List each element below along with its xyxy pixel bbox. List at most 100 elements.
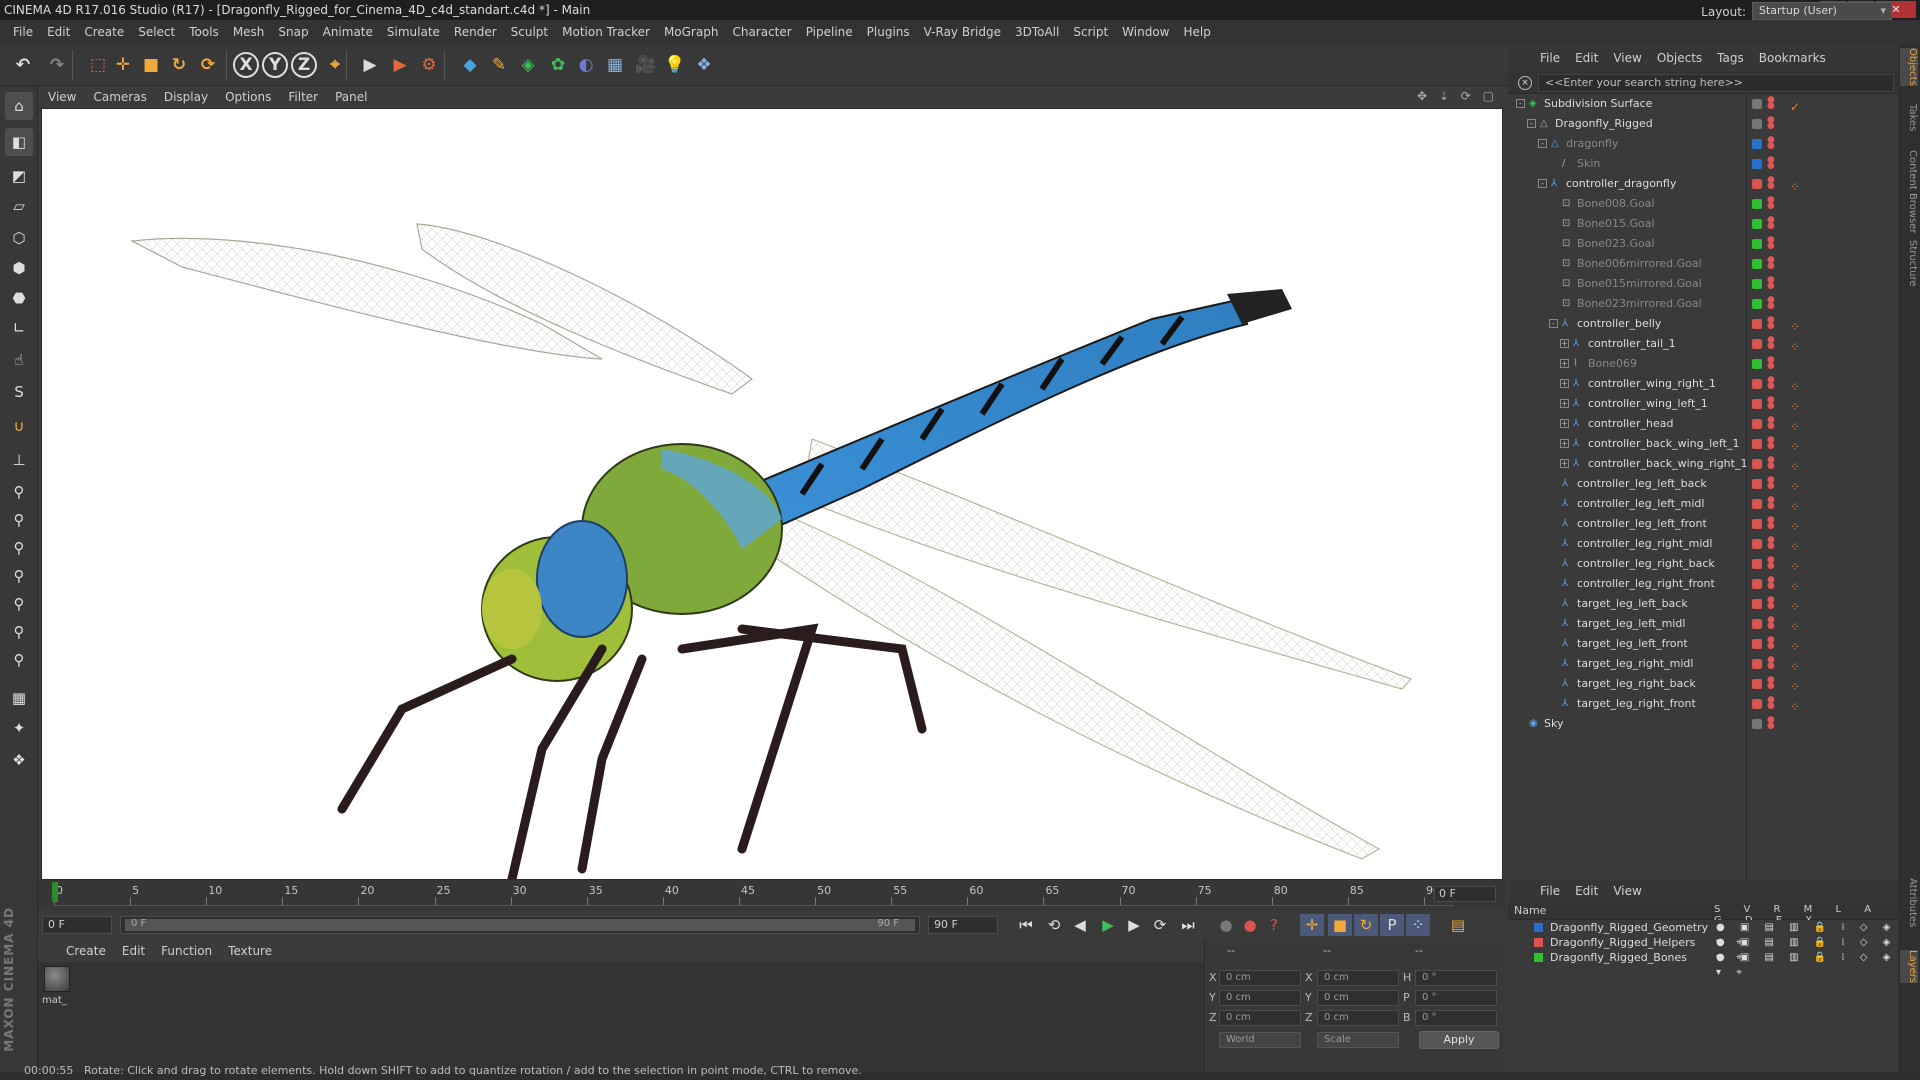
- layer-row[interactable]: Dragonfly_Rigged_Helpers ● ▣ ▤ ▥ 🔒 ⁞ ◇ ◈ …: [1508, 935, 1898, 963]
- play-icon[interactable]: ▶: [1096, 914, 1120, 936]
- object-row[interactable]: ⅄ controller_leg_left_back ● ● ⁘: [1508, 474, 1898, 495]
- layer-menu-edit[interactable]: Edit: [1575, 884, 1598, 898]
- search-clear-icon[interactable]: ×: [1518, 76, 1532, 90]
- visibility-dots[interactable]: ● ●: [1767, 516, 1775, 531]
- visibility-dots[interactable]: ● ●: [1767, 156, 1775, 171]
- object-layer-tag[interactable]: [1752, 479, 1762, 489]
- visibility-dots[interactable]: ● ●: [1767, 296, 1775, 311]
- timeline-ruler[interactable]: 0 5 10 15 20 25 30 35 40 45 50 55 60 65 70 75 80 85 90: [54, 884, 1454, 906]
- layer-row[interactable]: Dragonfly_Rigged_Bones ● ▣ ▤ ▥ 🔒 ⁞ ◇ ◈ ▾ …: [1508, 950, 1898, 978]
- object-row[interactable]: ⊡ Bone023.Goal ● ●: [1508, 234, 1898, 254]
- side-tab-attributes[interactable]: Attributes: [1900, 878, 1918, 927]
- sculpt-brush-4-icon[interactable]: ⚲: [5, 562, 33, 590]
- object-layer-tag[interactable]: [1752, 419, 1762, 429]
- tweak-mode-icon[interactable]: ☝: [5, 346, 33, 374]
- layout-select[interactable]: Startup (User): [1752, 2, 1892, 20]
- object-row[interactable]: ⅄ target_leg_left_midl ● ● ⁘: [1508, 614, 1898, 635]
- layer-color-swatch[interactable]: [1534, 923, 1543, 932]
- previous-key-icon[interactable]: ⟲: [1042, 914, 1066, 936]
- sculpt-brush-2-icon[interactable]: ⚲: [5, 506, 33, 534]
- object-layer-tag[interactable]: [1752, 139, 1762, 149]
- object-layer-tag[interactable]: [1752, 399, 1762, 409]
- object-layer-tag[interactable]: [1752, 279, 1762, 289]
- visibility-dots[interactable]: ● ●: [1767, 536, 1775, 551]
- material-menu-texture[interactable]: Texture: [228, 944, 272, 958]
- object-row[interactable]: + ⅄ controller_back_wing_right_1 ● ● ⁘: [1508, 454, 1898, 474]
- menu-window[interactable]: Window: [1115, 25, 1176, 39]
- mograph-cloner-icon[interactable]: ✿: [543, 50, 573, 80]
- key-parameter-icon[interactable]: P: [1380, 914, 1404, 936]
- visibility-dots[interactable]: ● ●: [1767, 576, 1775, 591]
- menu-snap[interactable]: Snap: [271, 25, 315, 39]
- next-key-icon[interactable]: ⟳: [1148, 914, 1172, 936]
- object-layer-tag[interactable]: [1752, 599, 1762, 609]
- layer-menu-file[interactable]: File: [1540, 884, 1560, 898]
- material-menu-edit[interactable]: Edit: [122, 944, 145, 958]
- object-row[interactable]: ⅄ controller_leg_right_back ● ● ⁘: [1508, 554, 1898, 575]
- object-layer-tag[interactable]: [1752, 159, 1762, 169]
- layer-menu-view[interactable]: View: [1613, 884, 1641, 898]
- object-menu-view[interactable]: View: [1613, 51, 1641, 65]
- visibility-dots[interactable]: ● ●: [1767, 456, 1775, 471]
- object-layer-tag[interactable]: [1752, 359, 1762, 369]
- layer-color-swatch[interactable]: [1534, 953, 1543, 962]
- tree-expander-icon[interactable]: +: [1560, 399, 1569, 408]
- coord-position-field[interactable]: 0 cm: [1219, 1010, 1301, 1026]
- visibility-dots[interactable]: ● ●: [1767, 676, 1775, 691]
- edges-mode-icon[interactable]: ⬢: [5, 254, 33, 282]
- coord-position-field[interactable]: 0 cm: [1219, 990, 1301, 1006]
- viewport-menu-display[interactable]: Display: [164, 90, 208, 104]
- z-axis-icon[interactable]: Z: [291, 52, 317, 78]
- coord-rotation-field[interactable]: 0 °: [1415, 970, 1497, 986]
- visibility-dots[interactable]: ● ●: [1767, 216, 1775, 231]
- keyframe-selection-icon[interactable]: ?: [1262, 914, 1286, 936]
- object-row[interactable]: ⅄ target_leg_right_front ● ● ⁘: [1508, 694, 1898, 715]
- redo-icon[interactable]: ↷: [42, 50, 72, 80]
- next-frame-icon[interactable]: ▶: [1122, 914, 1146, 936]
- visibility-dots[interactable]: ● ●: [1767, 616, 1775, 631]
- object-row[interactable]: - △ Dragonfly_Rigged ● ●: [1508, 114, 1898, 134]
- autokey-icon[interactable]: ●: [1238, 914, 1262, 936]
- material-menu-function[interactable]: Function: [161, 944, 212, 958]
- object-menu-bookmarks[interactable]: Bookmarks: [1759, 51, 1826, 65]
- visibility-dots[interactable]: ● ●: [1767, 596, 1775, 611]
- object-row[interactable]: ⊡ Bone015.Goal ● ●: [1508, 214, 1898, 234]
- pen-icon[interactable]: ✎: [484, 50, 514, 80]
- visibility-dots[interactable]: ● ●: [1767, 376, 1775, 391]
- tree-expander-icon[interactable]: -: [1538, 179, 1547, 188]
- object-row[interactable]: + ⅄ controller_wing_left_1 ● ● ⁘: [1508, 394, 1898, 414]
- viewport-menu-panel[interactable]: Panel: [335, 90, 367, 104]
- menu-help[interactable]: Help: [1176, 25, 1217, 39]
- object-row[interactable]: ⊡ Bone023mirrored.Goal ● ●: [1508, 294, 1898, 314]
- tree-expander-icon[interactable]: -: [1538, 139, 1547, 148]
- coord-size-field[interactable]: 0 cm: [1317, 1010, 1399, 1026]
- cube-icon[interactable]: ◆: [455, 50, 485, 80]
- render-settings-icon[interactable]: ⚙: [414, 50, 444, 80]
- object-row[interactable]: - ◈ Subdivision Surface ● ● ✓: [1508, 94, 1898, 114]
- coord-rotation-field[interactable]: 0 °: [1415, 1010, 1497, 1026]
- object-row[interactable]: ⅄ controller_leg_left_midl ● ● ⁘: [1508, 494, 1898, 515]
- menu-file[interactable]: File: [6, 25, 40, 39]
- menu-create[interactable]: Create: [77, 25, 131, 39]
- visibility-dots[interactable]: ● ●: [1767, 696, 1775, 711]
- rotate-icon[interactable]: ↻: [164, 50, 194, 80]
- object-row[interactable]: ⅄ controller_leg_left_front ● ● ⁘: [1508, 514, 1898, 535]
- x-axis-icon[interactable]: X: [233, 52, 259, 78]
- snapping-icon[interactable]: S: [5, 378, 33, 406]
- visibility-dots[interactable]: ● ●: [1767, 236, 1775, 251]
- grid-lock-icon[interactable]: ▦: [5, 684, 33, 712]
- coord-rotation-field[interactable]: 0 °: [1415, 990, 1497, 1006]
- object-layer-tag[interactable]: [1752, 219, 1762, 229]
- apply-button[interactable]: Apply: [1419, 1031, 1499, 1049]
- visibility-dots[interactable]: ● ●: [1767, 256, 1775, 271]
- object-layer-tag[interactable]: [1752, 179, 1762, 189]
- move-icon[interactable]: ✛: [108, 50, 138, 80]
- sculpt-brush-6-icon[interactable]: ⚲: [5, 618, 33, 646]
- tree-expander-icon[interactable]: +: [1560, 459, 1569, 468]
- visibility-dots[interactable]: ● ●: [1767, 196, 1775, 211]
- object-row[interactable]: - ⅄ controller_belly ● ● ⁘: [1508, 314, 1898, 334]
- object-layer-tag[interactable]: [1752, 619, 1762, 629]
- axis-mode-icon[interactable]: ∟: [5, 314, 33, 342]
- end-frame-field[interactable]: 90 F: [928, 916, 998, 934]
- visibility-dots[interactable]: ● ●: [1767, 116, 1775, 131]
